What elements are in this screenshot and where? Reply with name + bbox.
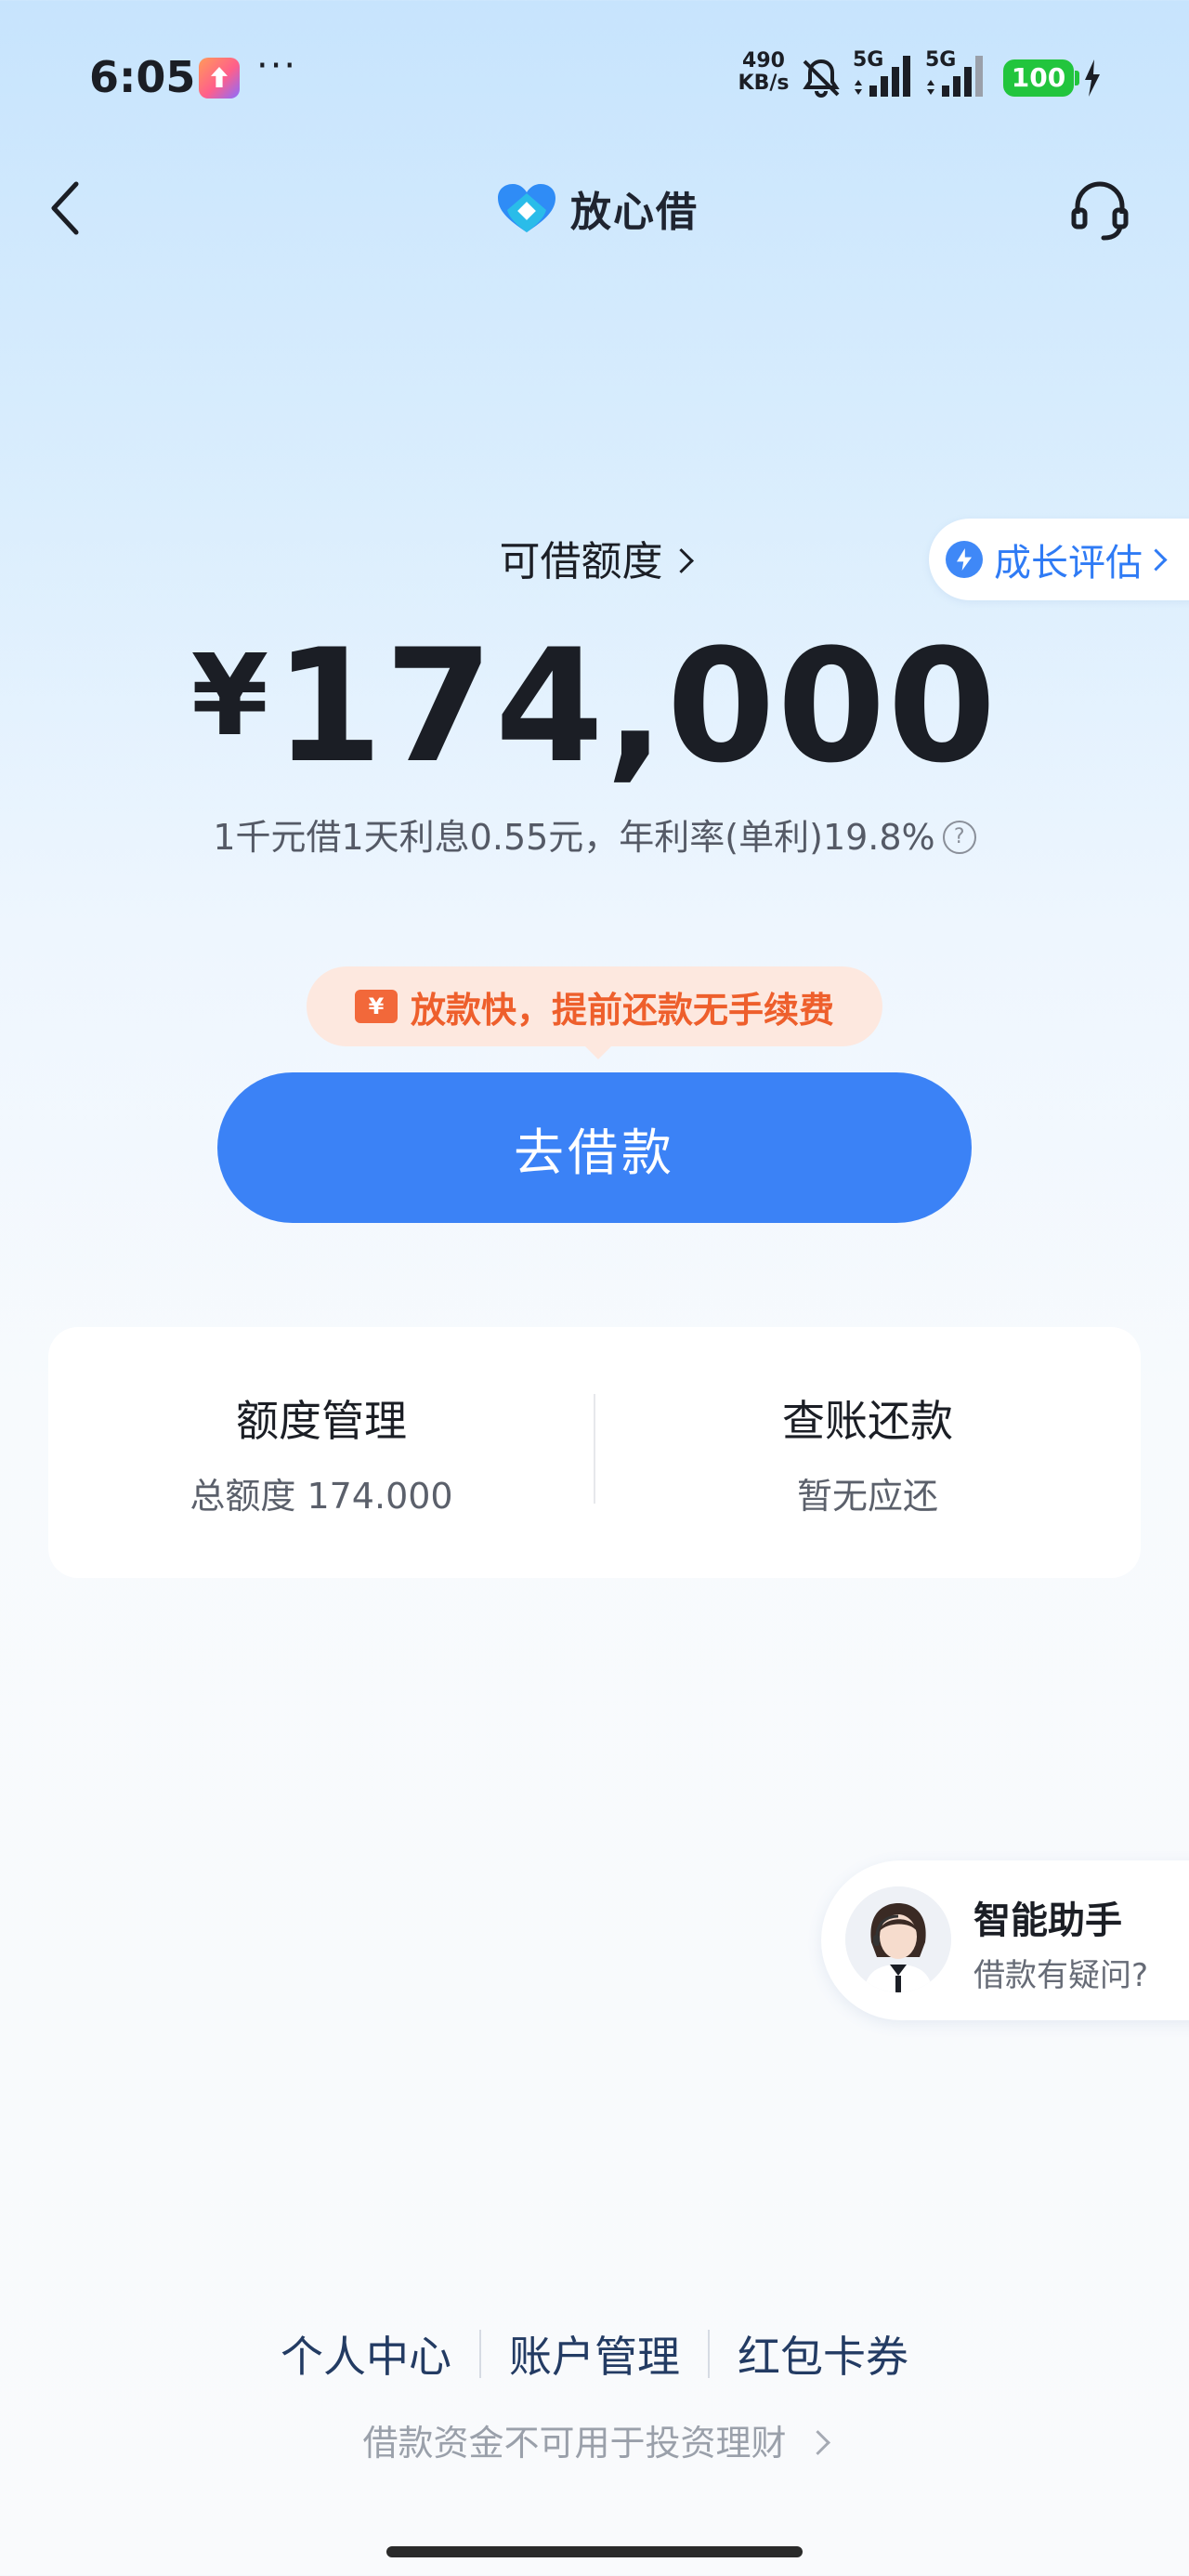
smart-assistant-button[interactable]: 智能助手 借款有疑问? (821, 1860, 1189, 2020)
repayment-status-text: 暂无应还 (796, 1475, 938, 1517)
disclaimer-link[interactable]: 借款资金不可用于投资理财 (0, 2414, 1189, 2465)
app-notification-icon (199, 58, 240, 99)
lightning-icon (946, 541, 983, 578)
chevron-left-icon (51, 181, 79, 235)
personal-center-link[interactable]: 个人中心 (253, 2323, 479, 2385)
signal-sim1-icon: 5G (853, 48, 918, 100)
available-amount: ¥174,000 (0, 613, 1189, 790)
interest-rate-info: 1千元借1天利息0.55元，年利率(单利)19.8%? (0, 808, 1189, 860)
battery-icon: 100 (1003, 59, 1074, 97)
customer-service-button[interactable] (1066, 177, 1133, 243)
bill-repayment-entry[interactable]: 查账还款 暂无应还 (594, 1327, 1141, 1578)
limit-management-title: 额度管理 (236, 1395, 407, 1446)
promo-text: 放款快，提前还款无手续费 (410, 989, 834, 1031)
limit-management-entry[interactable]: 额度管理 总额度 174.000 (48, 1327, 594, 1578)
network-speed: 490 KB/s (736, 50, 791, 95)
help-icon[interactable]: ? (942, 820, 976, 854)
network-speed-unit: KB/s (738, 72, 790, 95)
assistant-subtitle: 借款有疑问? (973, 1957, 1149, 1994)
chevron-right-icon (1144, 547, 1168, 572)
headset-icon (1071, 181, 1129, 241)
amount-value: 174,000 (274, 615, 999, 797)
bill-repayment-title: 查账还款 (782, 1395, 953, 1446)
total-limit-text: 总额度 174.000 (189, 1475, 453, 1517)
currency-symbol: ¥ (190, 632, 271, 761)
more-notifications-icon: ··· (256, 45, 298, 87)
network-speed-value: 490 (742, 49, 785, 72)
mute-bell-icon (797, 54, 845, 106)
promo-tag: ¥ 放款快，提前还款无手续费 (307, 966, 882, 1059)
brand-logo: 放心借 (496, 180, 699, 236)
assistant-avatar (845, 1886, 951, 1992)
bottom-links: 个人中心 账户管理 红包卡券 (0, 2323, 1189, 2385)
back-button[interactable] (41, 173, 93, 243)
growth-assessment-label: 成长评估 (994, 542, 1143, 585)
signal-sim2-icon: 5G (925, 48, 990, 100)
battery-tip (1075, 71, 1079, 85)
charging-bolt-icon (1083, 59, 1102, 100)
home-indicator[interactable] (386, 2546, 803, 2557)
available-limit-label: 可借额度 (499, 538, 663, 585)
account-management-link[interactable]: 账户管理 (481, 2323, 708, 2385)
assistant-title: 智能助手 (973, 1899, 1122, 1942)
interest-rate-text: 1千元借1天利息0.55元，年利率(单利)19.8% (213, 817, 935, 858)
status-time: 6:05 (89, 52, 196, 102)
heart-logo-icon (498, 184, 555, 232)
brand-name: 放心借 (570, 189, 699, 236)
chevron-right-icon (804, 2430, 830, 2455)
growth-assessment-button[interactable]: 成长评估 (929, 519, 1189, 600)
chevron-right-icon (668, 548, 694, 573)
coupons-link[interactable]: 红包卡券 (710, 2323, 936, 2385)
disclaimer-text: 借款资金不可用于投资理财 (362, 2423, 787, 2464)
borrow-button[interactable]: 去借款 (217, 1072, 972, 1223)
account-summary-card: 额度管理 总额度 174.000 查账还款 暂无应还 (48, 1327, 1141, 1578)
coupon-icon: ¥ (354, 990, 398, 1023)
